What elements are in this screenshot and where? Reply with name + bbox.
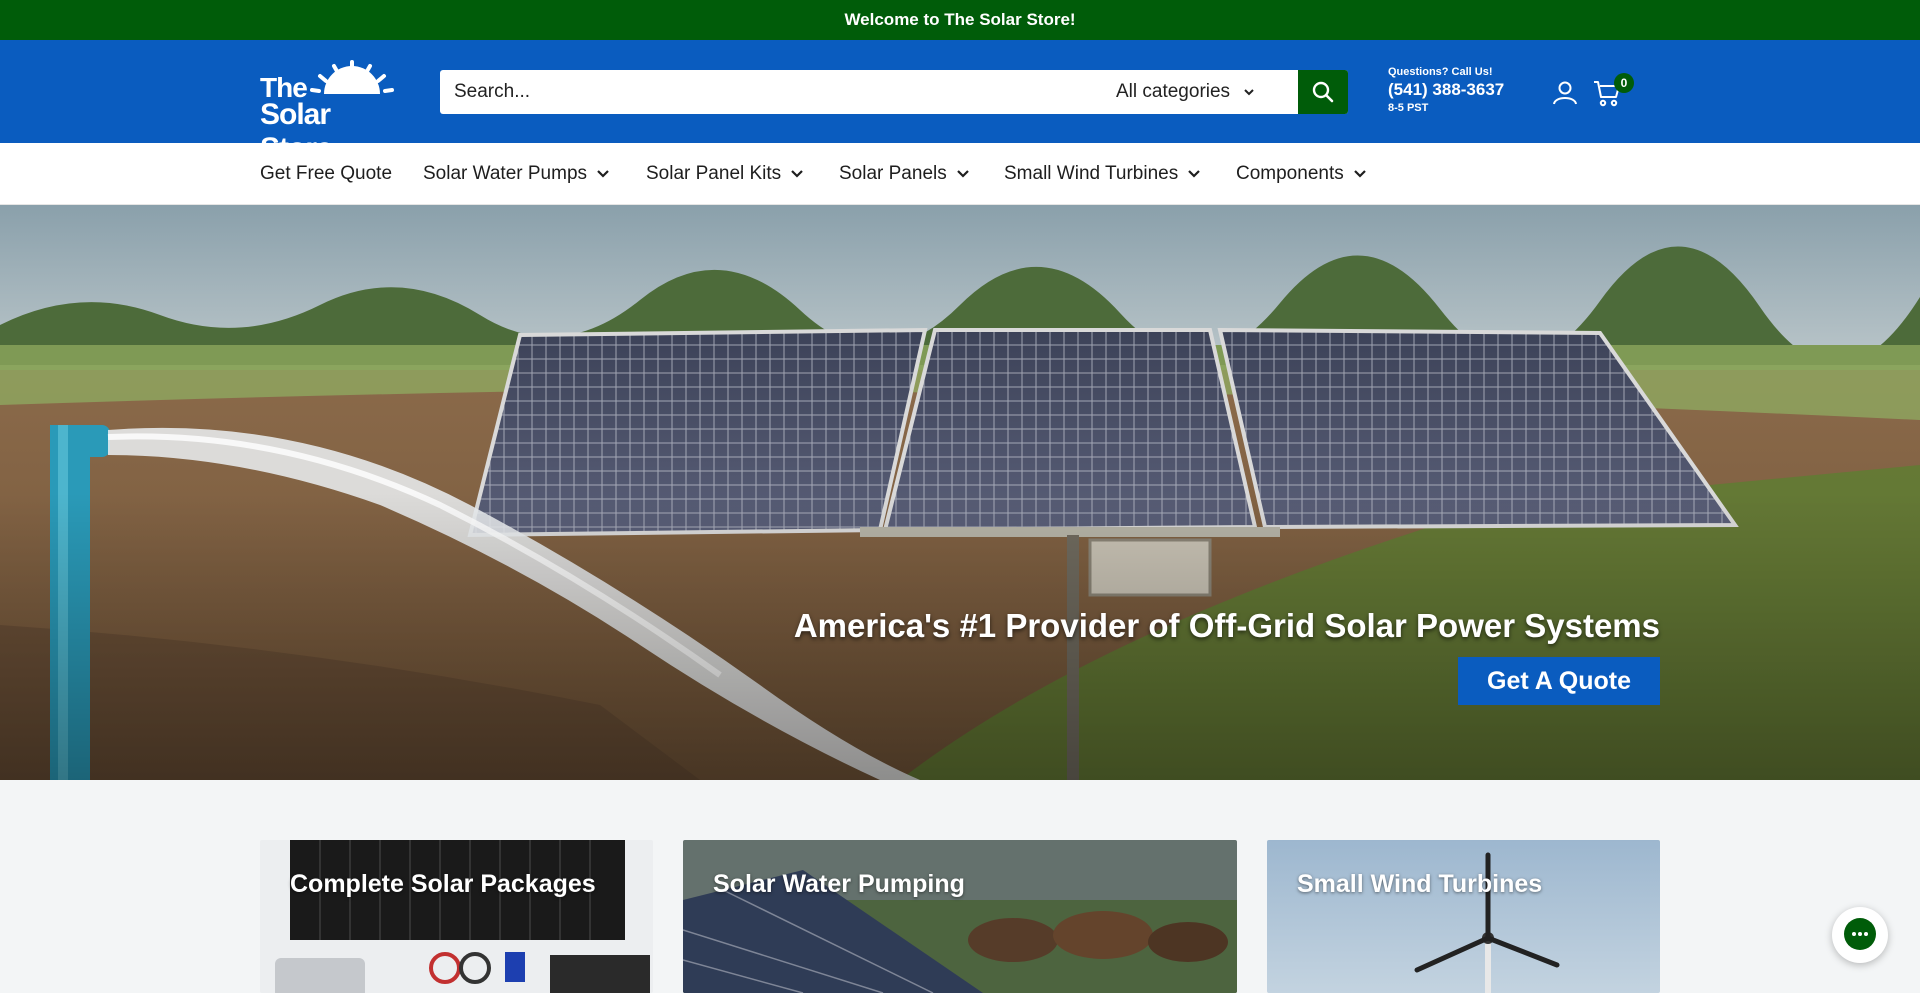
sun-logo-icon [310,60,394,94]
hero-title: America's #1 Provider of Off-Grid Solar … [793,607,1660,644]
category-card-image [260,840,653,993]
nav-item-label: Solar Water Pumps [423,163,588,184]
category-select-value: All categories [1116,81,1231,102]
chevron-down-icon [597,170,609,178]
search-button[interactable] [1298,70,1348,114]
category-card-complete-solar-packages[interactable]: Complete Solar Packages [260,840,653,993]
category-card-solar-water-pumping[interactable]: Solar Water Pumping [683,840,1237,993]
contact-info: Questions? Call Us! (541) 388-3637 8-5 P… [1388,66,1504,114]
search-icon [1312,81,1334,103]
contact-question: Questions? Call Us! [1388,66,1493,78]
nav-item-solar-panels[interactable]: Solar Panels [839,143,969,205]
account-button[interactable] [1552,80,1578,106]
chat-icon [1844,918,1876,950]
announcement-text: Welcome to The Solar Store! [844,10,1076,29]
get-a-quote-button[interactable]: Get A Quote [1458,657,1660,705]
nav-item-get-free-quote[interactable]: Get Free Quote [260,143,392,205]
nav-item-solar-water-pumps[interactable]: Solar Water Pumps [423,143,609,205]
category-card-small-wind-turbines[interactable]: Small Wind Turbines [1267,840,1660,993]
chevron-down-icon [1244,89,1254,96]
chevron-down-icon [791,170,803,178]
chevron-down-icon [956,170,969,178]
user-icon [1553,81,1577,105]
nav-item-label: Components [1236,163,1344,184]
category-card-image [683,840,1237,993]
nav-item-components[interactable]: Components [1236,143,1366,205]
search-input[interactable] [440,70,1080,114]
nav-item-label: Solar Panel Kits [646,163,782,184]
chevron-down-icon [1353,170,1366,178]
chat-button[interactable] [1832,907,1888,963]
nav-item-small-wind-turbines[interactable]: Small Wind Turbines [1004,143,1201,205]
store-logo[interactable]: The Solar Store [260,60,400,165]
cart-count-badge: 0 [1614,73,1634,93]
category-card-title: Small Wind Turbines [1297,870,1543,898]
category-select[interactable]: All categories [1116,70,1296,114]
nav-item-label: Small Wind Turbines [1004,163,1179,184]
nav-item-solar-panel-kits[interactable]: Solar Panel Kits [646,143,803,205]
announcement-bar: Welcome to The Solar Store! [0,0,1920,40]
site-header: The Solar Store All categories Questions… [0,40,1920,165]
main-nav: Get Free Quote Solar Water Pumps Solar P… [0,143,1920,205]
hero-banner: America's #1 Provider of Off-Grid Solar … [0,205,1920,780]
contact-phone[interactable]: (541) 388-3637 [1388,80,1504,100]
category-card-image [1267,840,1660,993]
contact-hours: 8-5 PST [1388,102,1429,114]
nav-item-label: Get Free Quote [260,163,393,184]
chevron-down-icon [1188,170,1201,178]
category-card-title: Solar Water Pumping [713,870,965,898]
category-card-title: Complete Solar Packages [290,870,596,898]
nav-item-label: Solar Panels [839,163,947,184]
